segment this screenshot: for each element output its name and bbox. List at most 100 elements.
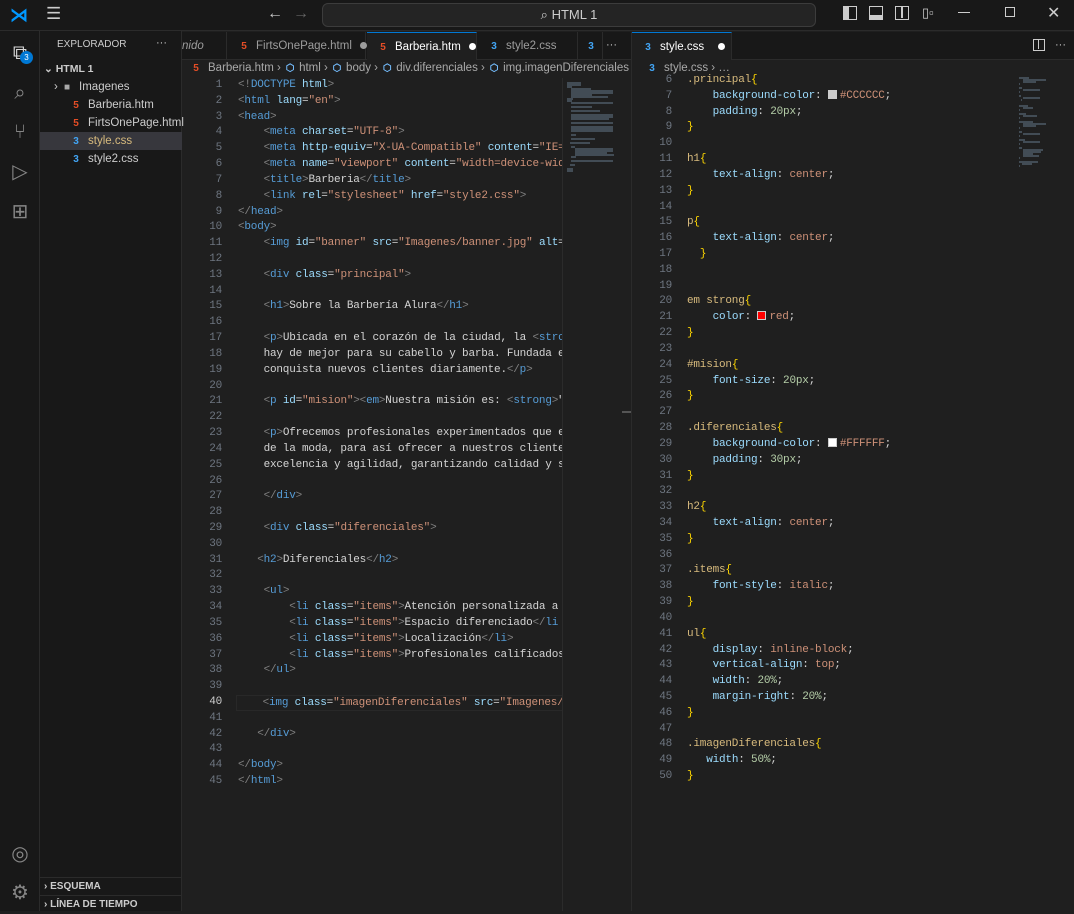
code-line[interactable]: font-size: 20px; <box>687 374 816 390</box>
code-line[interactable]: </ul> <box>238 663 296 679</box>
gear-icon[interactable]: ⚙ <box>8 881 32 905</box>
code-line[interactable]: ul{ <box>687 627 706 643</box>
maximize-button[interactable] <box>1005 7 1015 17</box>
code-line[interactable]: display: inline-block; <box>687 643 854 659</box>
split-editor-icon[interactable] <box>1033 39 1045 51</box>
code-line[interactable]: } <box>687 389 694 405</box>
command-center-search[interactable]: ⌕ HTML 1 <box>322 3 816 27</box>
code-line[interactable]: conquista nuevos clientes diariamente.</… <box>238 363 533 379</box>
code-line[interactable]: } <box>687 595 694 611</box>
code-line[interactable]: } <box>687 706 694 722</box>
code-line[interactable]: } <box>687 469 694 485</box>
code-line[interactable]: <li class="items">Atención personalizada… <box>238 600 562 616</box>
code-line[interactable]: <p id="mision"><em>Nuestra misión es: <s… <box>238 394 562 410</box>
back-button[interactable]: ← <box>267 5 283 23</box>
code-line[interactable]: padding: 20px; <box>687 105 803 121</box>
toggle-sidebar-icon[interactable] <box>843 6 857 20</box>
code-line[interactable]: text-align: center; <box>687 168 835 184</box>
code-line[interactable]: text-align: center; <box>687 231 835 247</box>
color-swatch[interactable] <box>827 437 837 447</box>
code-line[interactable]: <link rel="stylesheet" href="style2.css"… <box>238 189 527 205</box>
workspace-root[interactable]: ⌄ HTML 1 <box>40 60 182 78</box>
code-line[interactable]: margin-right: 20%; <box>687 690 828 706</box>
color-swatch[interactable] <box>827 89 837 99</box>
run-debug-icon[interactable]: ▷ <box>8 160 32 184</box>
code-line[interactable]: <li class="items">Espacio diferenciado</… <box>238 616 558 632</box>
menu-icon[interactable]: ☰ <box>46 4 61 24</box>
code-line[interactable]: .imagenDiferenciales{ <box>687 737 822 753</box>
code-line[interactable]: excelencia y agilidad, garantizando cali… <box>238 458 562 474</box>
code-line[interactable]: <li class="items">Profesionales califica… <box>238 648 562 664</box>
code-line[interactable]: </head> <box>238 205 283 221</box>
code-line[interactable]: vertical-align: top; <box>687 658 841 674</box>
code-line[interactable]: color: red; <box>687 310 795 326</box>
code-line[interactable]: <p>Ubicada en el corazón de la ciudad, l… <box>238 331 562 347</box>
code-line[interactable]: <h1>Sobre la Barbería Alura</h1> <box>238 299 469 315</box>
code-line[interactable]: em strong{ <box>687 294 751 310</box>
code-line[interactable]: } <box>687 769 694 785</box>
code-line[interactable]: </div> <box>238 489 303 505</box>
code-line[interactable]: <img id="banner" src="Imagenes/banner.jp… <box>238 236 562 252</box>
more-actions-button[interactable]: ··· <box>1055 39 1066 51</box>
scrollbar[interactable] <box>622 411 631 413</box>
minimize-button[interactable] <box>958 12 970 13</box>
html-code-editor[interactable]: 1 <!DOCTYPE html> 2 <html lang="en"> 3 <head>… <box>182 78 562 911</box>
code-line[interactable]: hay de mejor para su cabello y barba. Fu… <box>238 347 562 363</box>
code-line[interactable]: <title>Barberia</title> <box>238 173 411 189</box>
unsaved-dot-icon[interactable] <box>468 43 476 51</box>
code-line[interactable]: <html lang="en"> <box>238 94 341 110</box>
tab-style[interactable]: 3 style.css <box>632 32 732 60</box>
unsaved-dot-icon[interactable] <box>359 42 367 50</box>
customize-layout-icon[interactable]: ▯▫ <box>922 5 934 21</box>
code-line[interactable]: background-color: #CCCCCC; <box>687 89 891 105</box>
code-line[interactable]: font-style: italic; <box>687 579 835 595</box>
file-tree-item[interactable]: 3 style.css <box>40 132 182 150</box>
code-line[interactable]: </div> <box>238 727 296 743</box>
unsaved-dot-icon[interactable] <box>718 43 726 51</box>
code-line[interactable]: <p>Ofrecemos profesionales experimentado… <box>238 426 562 442</box>
tab-firtsonepage[interactable]: 5 FirtsOnePage.html <box>228 32 367 60</box>
toggle-panel-icon[interactable] <box>869 6 883 20</box>
extensions-icon[interactable]: ⊞ <box>8 200 32 224</box>
file-tree-item[interactable]: 5 FirtsOnePage.html <box>40 114 184 132</box>
color-swatch[interactable] <box>757 311 767 321</box>
code-line[interactable]: de la moda, para así ofrecer a nuestros … <box>238 442 562 458</box>
forward-button[interactable]: → <box>293 5 309 23</box>
code-line[interactable]: } <box>687 326 694 342</box>
tab-barberia[interactable]: 5 Barberia.htm <box>367 32 477 60</box>
file-tree-item[interactable]: › ■ Imagenes <box>40 78 182 96</box>
section-outline[interactable]: › ESQUEMA <box>40 877 182 895</box>
code-line[interactable]: </body> <box>238 758 283 774</box>
code-line[interactable]: <meta charset="UTF-8"> <box>238 125 405 141</box>
code-line[interactable]: </html> <box>238 774 283 790</box>
code-line[interactable]: .principal{ <box>687 73 758 89</box>
code-line[interactable]: p{ <box>687 215 700 231</box>
breadcrumb-item[interactable]: html <box>299 62 321 74</box>
tab-partial[interactable]: nido <box>182 32 227 60</box>
code-line[interactable]: <body> <box>238 220 277 236</box>
code-line[interactable]: padding: 30px; <box>687 453 803 469</box>
breadcrumb-item[interactable]: img.imagenDiferenciales <box>503 62 629 74</box>
section-timeline[interactable]: › LÍNEA DE TIEMPO <box>40 895 182 913</box>
code-line[interactable]: width: 50%; <box>687 753 777 769</box>
tab-overflow[interactable]: 3 <box>579 32 603 60</box>
breadcrumb-item[interactable]: div.diferenciales <box>396 62 478 74</box>
code-line[interactable]: h2{ <box>687 500 706 516</box>
code-line[interactable]: } <box>687 247 707 263</box>
minimap[interactable] <box>562 78 624 911</box>
breadcrumb-item[interactable]: Barberia.htm <box>208 62 274 74</box>
source-control-icon[interactable]: ⑂ <box>8 120 32 144</box>
breadcrumb-item[interactable]: body <box>346 62 371 74</box>
toggle-secondary-sidebar-icon[interactable] <box>895 6 909 20</box>
code-line[interactable]: } <box>687 120 694 136</box>
tab-style2[interactable]: 3 style2.css <box>478 32 578 60</box>
code-line[interactable]: #mision{ <box>687 358 738 374</box>
code-line[interactable]: h1{ <box>687 152 706 168</box>
file-tree-item[interactable]: 3 style2.css <box>40 150 182 168</box>
code-line[interactable]: <meta http-equiv="X-UA-Compatible" conte… <box>238 141 562 157</box>
code-line[interactable]: <div class="principal"> <box>238 268 411 284</box>
code-line[interactable]: <img class="imagenDiferenciales" src="Im… <box>236 694 562 711</box>
code-line[interactable]: <li class="items">Localización</li> <box>238 632 513 648</box>
code-line[interactable]: <head> <box>238 110 277 126</box>
more-actions-button[interactable]: ··· <box>606 39 617 51</box>
